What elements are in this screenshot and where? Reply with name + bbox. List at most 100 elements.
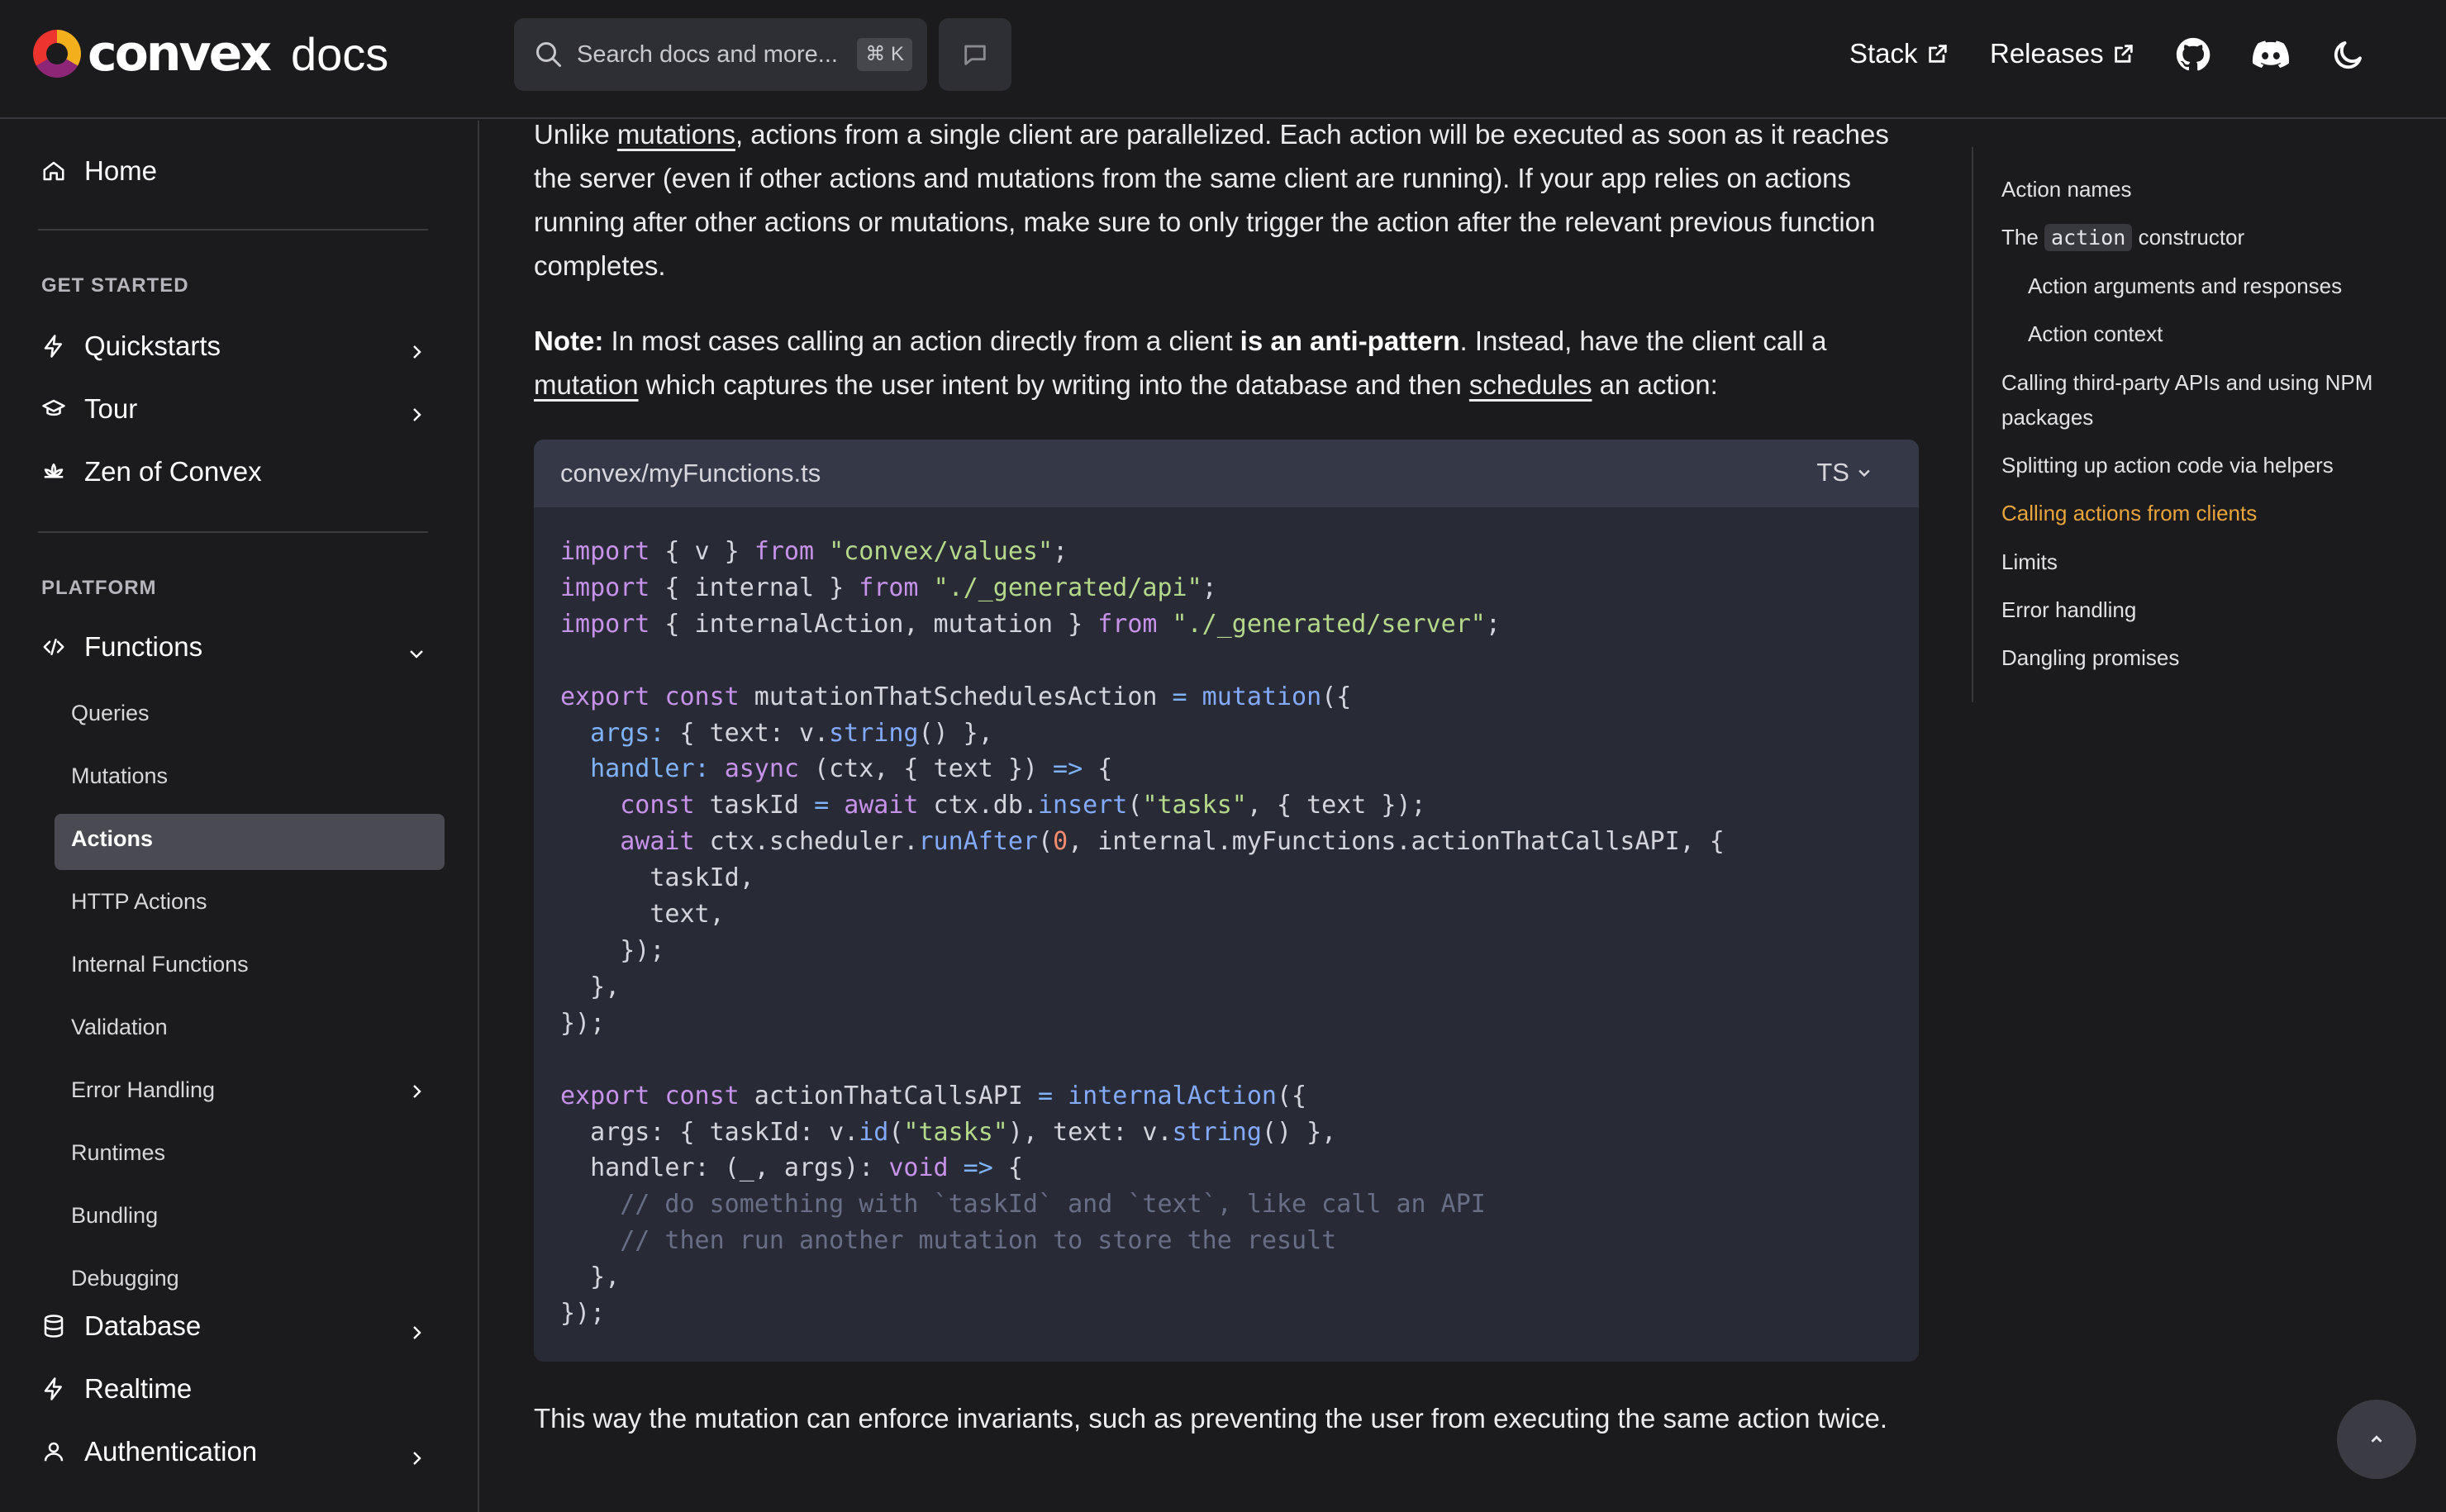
sidebar-item-label: Zen of Convex [84, 456, 262, 487]
search-button[interactable]: Search docs and more... ⌘ K [514, 18, 927, 91]
bolt-icon [40, 332, 68, 360]
language-select[interactable]: TS [1816, 458, 1873, 487]
mutations-link[interactable]: mutations [617, 119, 735, 150]
theme-toggle-button[interactable] [2327, 33, 2370, 76]
toc-item-error-handling[interactable]: Error handling [2001, 592, 2136, 627]
chevron-up-icon [2371, 1435, 2382, 1443]
section-heading-platform: PLATFORM [41, 577, 157, 599]
chevron-right-icon[interactable] [407, 1082, 426, 1101]
section-heading-get-started: GET STARTED [41, 274, 189, 297]
sidebar-item-label: Home [84, 155, 158, 186]
sidebar-item-error-handling[interactable]: Error Handling [71, 1077, 215, 1103]
scroll-to-top-button[interactable] [2337, 1400, 2416, 1479]
sidebar-item-label: Tour [84, 393, 138, 424]
toc-item-action-context[interactable]: Action context [2028, 316, 2163, 351]
chevron-right-icon[interactable] [407, 1323, 426, 1343]
sidebar-item-label: Authentication [84, 1436, 258, 1467]
text: The [2001, 225, 2045, 250]
code-block: convex/myFunctions.ts TS import { v } fr… [534, 440, 1919, 1362]
sidebar-item-http-actions[interactable]: HTTP Actions [71, 889, 207, 915]
sidebar-item-realtime[interactable]: Realtime [40, 1373, 192, 1405]
brand-word: convex [88, 25, 272, 83]
paragraph-invariants: This way the mutation can enforce invari… [534, 1403, 1887, 1434]
toc-item-dangling-promises[interactable]: Dangling promises [2001, 640, 2179, 675]
discord-icon [2252, 40, 2290, 69]
sidebar-item-database[interactable]: Database [40, 1310, 201, 1342]
text: In most cases calling an action directly… [603, 326, 1240, 356]
moon-icon [2334, 41, 2362, 69]
toc-item-calling-actions-from-clients[interactable]: Calling actions from clients [2001, 496, 2257, 530]
stack-link-label: Stack [1849, 38, 1918, 69]
search-icon [536, 42, 561, 67]
sidebar-item-label: Database [84, 1310, 202, 1341]
sidebar-item-tour[interactable]: Tour [40, 393, 137, 425]
sidebar-item-home[interactable]: Home [40, 155, 157, 187]
releases-link-label: Releases [1990, 38, 2104, 69]
text: which captures the user intent by writin… [638, 369, 1469, 400]
toc-item-action-arguments[interactable]: Action arguments and responses [2028, 269, 2342, 303]
note-label: Note: [534, 326, 604, 356]
chevron-right-icon[interactable] [407, 342, 426, 362]
brand-logo-link[interactable]: convex docs [33, 25, 388, 83]
sidebar-item-functions[interactable]: Functions [40, 631, 202, 663]
text: . Instead, have the client call a [1459, 326, 1827, 356]
toc-item-third-party-apis[interactable]: Calling third-party APIs and using NPM p… [2001, 365, 2390, 435]
chevron-right-icon[interactable] [407, 405, 426, 425]
code-block-header: convex/myFunctions.ts TS [534, 440, 1919, 507]
graduation-cap-icon [40, 395, 68, 423]
paragraph-note: Note: In most cases calling an action di… [534, 319, 1919, 407]
sidebar-item-bundling[interactable]: Bundling [71, 1203, 158, 1229]
sidebar-item-label: Quickstarts [84, 330, 221, 361]
code-filename: convex/myFunctions.ts [560, 459, 821, 487]
sidebar-item-zen-of-convex[interactable]: Zen of Convex [40, 456, 262, 487]
lotus-icon [40, 458, 68, 486]
left-sidebar: Home GET STARTED Quickstarts Tour Zen of… [0, 121, 479, 1512]
chevron-down-icon [1858, 469, 1870, 478]
discord-link[interactable] [2249, 33, 2292, 76]
external-link-icon [2114, 45, 2133, 63]
top-navbar: convex docs Search docs and more... ⌘ K … [0, 0, 2446, 119]
sidebar-item-mutations[interactable]: Mutations [71, 763, 168, 789]
sidebar-item-authentication[interactable]: Authentication [40, 1436, 257, 1467]
sidebar-item-queries[interactable]: Queries [71, 701, 150, 726]
paragraph-parallelized: Unlike mutations, actions from a single … [534, 112, 1919, 288]
sidebar-divider [38, 531, 428, 533]
sidebar-item-label: Realtime [84, 1373, 193, 1404]
schedules-link[interactable]: schedules [1469, 369, 1592, 400]
text: Unlike [534, 119, 617, 150]
sidebar-divider [38, 229, 428, 231]
chevron-down-icon[interactable] [407, 644, 426, 663]
code-content: import { v } from "convex/values"; impor… [560, 537, 1725, 1329]
text: an action: [1592, 369, 1718, 400]
language-label: TS [1816, 458, 1849, 487]
github-icon [2176, 37, 2210, 71]
chevron-right-icon[interactable] [407, 1448, 426, 1468]
anti-pattern-bold: is an anti-pattern [1240, 326, 1460, 356]
releases-link[interactable]: Releases [1990, 25, 2135, 83]
home-icon [40, 157, 68, 185]
mutation-link[interactable]: mutation [534, 369, 639, 400]
ask-ai-button[interactable] [939, 18, 1011, 91]
code-icon [40, 633, 68, 661]
toc-item-limits[interactable]: Limits [2001, 544, 2058, 579]
text: constructor [2132, 225, 2245, 250]
sidebar-item-label: Functions [84, 631, 203, 662]
brand-docs: docs [291, 27, 389, 80]
stack-link[interactable]: Stack [1849, 25, 1949, 83]
external-link-icon [1928, 45, 1947, 63]
sidebar-item-internal-functions[interactable]: Internal Functions [71, 952, 249, 977]
sidebar-item-actions[interactable]: Actions [71, 826, 153, 852]
sidebar-item-validation[interactable]: Validation [71, 1015, 168, 1040]
table-of-contents: Action names The action constructor Acti… [1972, 147, 2418, 702]
toc-item-action-names[interactable]: Action names [2001, 172, 2132, 207]
convex-logo-icon [33, 30, 81, 78]
toc-item-action-constructor[interactable]: The action constructor [2001, 220, 2244, 255]
user-icon [40, 1438, 68, 1466]
toc-item-splitting-code[interactable]: Splitting up action code via helpers [2001, 448, 2334, 483]
sidebar-item-runtimes[interactable]: Runtimes [71, 1140, 165, 1166]
sidebar-item-quickstarts[interactable]: Quickstarts [40, 330, 221, 362]
bolt-icon [40, 1375, 68, 1403]
github-link[interactable] [2172, 33, 2215, 76]
sidebar-item-debugging[interactable]: Debugging [71, 1266, 179, 1291]
inline-code: action [2044, 224, 2133, 251]
